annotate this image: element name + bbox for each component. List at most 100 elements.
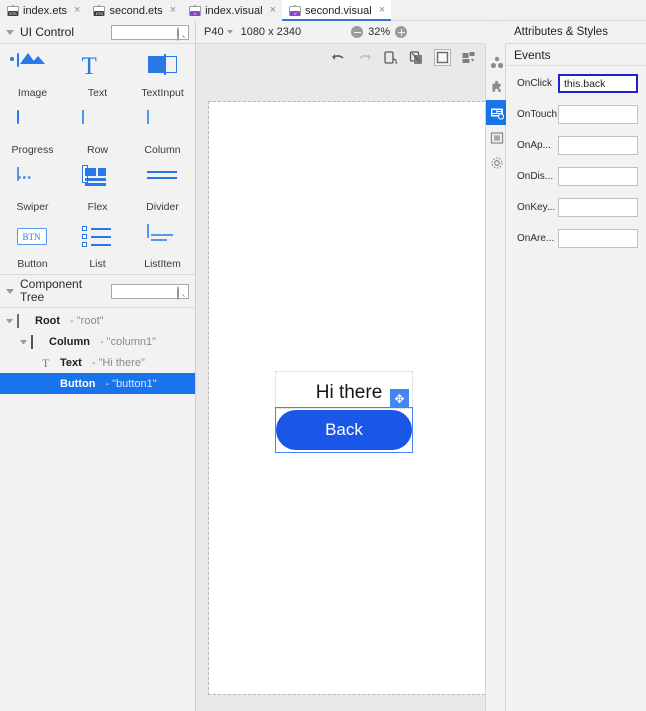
palette-item-label: ListItem — [144, 258, 181, 270]
button-icon — [42, 378, 55, 390]
right-tool-rail — [485, 44, 507, 711]
undo-icon[interactable] — [330, 49, 347, 66]
palette-item-text[interactable]: T Text — [65, 54, 130, 100]
events-section-header: Events — [506, 44, 646, 66]
tab-close-icon[interactable]: × — [379, 5, 385, 16]
redo-icon[interactable] — [356, 49, 373, 66]
chevron-down-icon[interactable] — [6, 318, 13, 323]
tab-second-visual[interactable]: V second.visual × — [282, 0, 392, 21]
preview-back-button[interactable]: Back — [276, 410, 412, 450]
palette-item-image[interactable]: Image — [0, 53, 65, 99]
palette-item-flex[interactable]: Flex — [65, 165, 130, 213]
event-label: OnDis... — [517, 171, 554, 182]
event-value-input[interactable] — [558, 105, 638, 124]
tab-index-visual[interactable]: V index.visual × — [182, 0, 283, 21]
phone-preview[interactable]: Hi there Back ✥ — [208, 101, 490, 695]
settings-icon — [490, 156, 504, 170]
flex-icon — [81, 165, 114, 196]
event-label: OnAre... — [517, 233, 555, 244]
attributes-icon — [490, 106, 504, 120]
search-icon — [177, 26, 185, 41]
palette-item-label: Text — [87, 87, 108, 99]
tree-node-text[interactable]: T Text - "Hi there" — [0, 352, 195, 373]
bounds-icon[interactable] — [434, 48, 451, 66]
export-icon[interactable] — [460, 49, 477, 66]
tab-index-ets[interactable]: ETS index.ets × — [0, 0, 87, 21]
palette-item-button[interactable]: BTN Button — [0, 225, 65, 270]
event-value-input[interactable] — [558, 136, 638, 155]
rail-settings-button[interactable] — [486, 150, 507, 175]
attributes-panel: Attributes & Styles Events OnClick this.… — [506, 21, 646, 711]
event-value-input[interactable] — [558, 167, 638, 186]
tab-close-icon[interactable]: × — [270, 5, 276, 16]
plus-circle-icon[interactable] — [395, 26, 408, 38]
tree-node-root[interactable]: Root - "root" — [0, 310, 195, 331]
tree-node-name: Root — [35, 314, 61, 327]
tab-label: index.ets — [23, 4, 68, 17]
palette-item-row[interactable]: Row — [65, 110, 130, 156]
rail-preview-button[interactable] — [486, 125, 507, 150]
layout-overlay-icon[interactable] — [408, 49, 425, 66]
ui-control-search-input[interactable] — [111, 24, 189, 41]
palette-item-listitem[interactable]: ListItem — [130, 224, 195, 270]
event-row-ontouch: OnTouch — [506, 105, 646, 124]
palette-item-swiper[interactable]: ••• Swiper — [0, 167, 65, 213]
column-icon — [31, 334, 44, 349]
rail-attributes-button[interactable] — [486, 100, 507, 125]
tab-close-icon[interactable]: × — [170, 5, 176, 16]
canvas-toolbar: P40 1080 x 2340 32% — [196, 21, 485, 44]
tree-node-value: - "Hi there" — [91, 356, 145, 369]
palette-item-list[interactable]: List — [65, 225, 130, 270]
event-value-input[interactable] — [558, 198, 638, 217]
root-icon — [17, 313, 30, 328]
event-row-onarea: OnAre... — [506, 229, 646, 248]
palette-item-textinput[interactable]: TextInput — [130, 54, 195, 99]
tree-node-name: Text — [60, 356, 82, 369]
palette-item-label: Swiper — [16, 201, 49, 213]
tree-node-value: - "root" — [70, 314, 104, 327]
visual-file-icon: V — [189, 4, 202, 17]
palette-item-label: Row — [86, 144, 108, 156]
palette-item-label: Flex — [87, 201, 108, 213]
chevron-down-icon[interactable] — [6, 288, 14, 294]
rail-plugin-button[interactable] — [486, 75, 507, 100]
device-rotate-icon[interactable] — [382, 49, 399, 66]
rail-components-button[interactable] — [486, 50, 507, 75]
event-label: OnClick — [517, 78, 553, 89]
palette-item-label: Column — [144, 144, 181, 156]
palette-item-progress[interactable]: Progress — [0, 110, 65, 156]
chevron-down-icon[interactable] — [20, 339, 27, 344]
chevron-down-icon[interactable] — [226, 30, 233, 34]
component-tree: Root - "root" Column - "column1" T Text … — [0, 308, 195, 394]
preview-icon — [490, 131, 504, 145]
attributes-panel-title: Attributes & Styles — [506, 21, 646, 44]
divider-icon — [146, 168, 179, 196]
tab-second-ets[interactable]: ETS second.ets × — [86, 0, 183, 21]
event-row-ondisappear: OnDis... — [506, 167, 646, 186]
tab-close-icon[interactable]: × — [74, 5, 80, 16]
listitem-icon — [146, 224, 179, 253]
tree-node-button[interactable]: Button - "button1" — [0, 373, 195, 394]
event-value-input[interactable]: this.back — [558, 74, 638, 93]
minus-circle-icon[interactable] — [351, 26, 364, 38]
palette-item-label: List — [89, 258, 106, 270]
chevron-down-icon[interactable] — [6, 29, 14, 35]
tree-node-value: - "column1" — [99, 335, 157, 348]
preview-text[interactable]: Hi there — [209, 382, 489, 404]
selected-component-outline[interactable]: Back ✥ — [275, 389, 413, 453]
tree-node-column[interactable]: Column - "column1" — [0, 331, 195, 352]
component-tree-search-input[interactable] — [111, 283, 189, 300]
event-row-onkey: OnKey... — [506, 198, 646, 217]
ui-control-header[interactable]: UI Control — [0, 21, 195, 44]
move-icon[interactable]: ✥ — [390, 389, 409, 408]
palette-item-label: Button — [17, 258, 48, 270]
palette-item-divider[interactable]: Divider — [130, 168, 195, 213]
column-icon — [146, 110, 179, 139]
palette-item-column[interactable]: Column — [130, 110, 195, 156]
component-tree-header[interactable]: Component Tree — [0, 274, 195, 308]
swiper-icon: ••• — [16, 167, 49, 196]
device-selector[interactable]: P40 — [204, 26, 233, 38]
design-stage[interactable]: Hi there Back ✥ — [196, 70, 490, 711]
event-value-input[interactable] — [558, 229, 638, 248]
tab-label: second.ets — [109, 4, 163, 17]
